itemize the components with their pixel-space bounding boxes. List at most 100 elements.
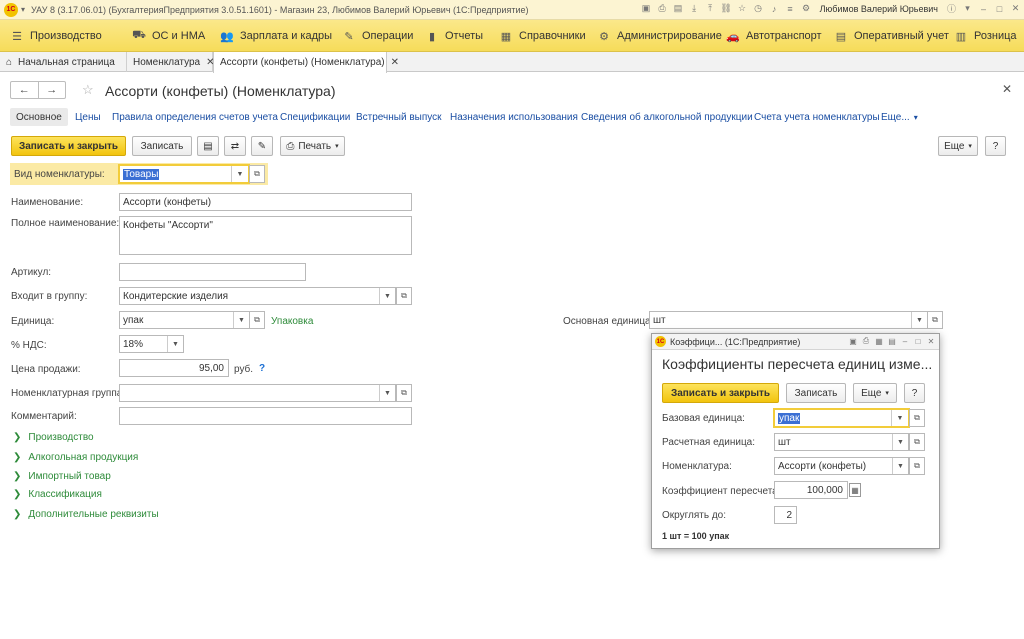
link-counter-release[interactable]: Встречный выпуск — [356, 108, 442, 126]
print-button[interactable]: ⎙ Печать ▾ — [280, 136, 345, 156]
section-production[interactable]: ☰ Производство — [10, 20, 102, 52]
minimize-icon[interactable]: – — [977, 2, 990, 15]
group-import[interactable]: ❯ Импортный товар — [13, 471, 111, 482]
open-icon[interactable]: ⧉ — [249, 165, 265, 183]
base-unit-field[interactable]: упак ▼ — [773, 408, 910, 428]
group-classification[interactable]: ❯ Классификация — [13, 489, 102, 500]
user-name[interactable]: Любимов Валерий Юрьевич — [820, 4, 938, 14]
group-additional[interactable]: ❯ Дополнительные реквизиты — [13, 509, 159, 520]
open-icon[interactable]: ⧉ — [927, 311, 943, 329]
info-icon[interactable]: ⓘ — [945, 2, 958, 15]
nomgroup-field[interactable]: ▼ — [119, 384, 396, 402]
vat-field[interactable]: 18% ▼ — [119, 335, 184, 353]
link-more[interactable]: Еще... ▾ — [881, 108, 918, 126]
dialog-save-button[interactable]: Записать — [786, 383, 846, 403]
dialog-more-button[interactable]: Еще ▾ — [853, 383, 897, 403]
price-help-icon[interactable]: ? — [259, 363, 265, 374]
tab-nomenclature[interactable]: Номенклатура ✕ — [127, 52, 215, 72]
group-production[interactable]: ❯ Производство — [13, 432, 94, 443]
unit-field[interactable]: упак ▼ — [119, 311, 250, 329]
preview-icon[interactable]: ▤ — [672, 2, 685, 15]
settings-icon[interactable]: ⚙ — [800, 2, 813, 15]
chevron-down-icon[interactable]: ▼ — [233, 312, 249, 328]
close-icon[interactable]: ✕ — [926, 336, 936, 346]
chevron-down-icon[interactable]: ▼ — [891, 410, 908, 426]
link-specifications[interactable]: Спецификации — [280, 108, 350, 126]
comment-field[interactable] — [119, 407, 412, 425]
attach-icon[interactable]: ✎ — [251, 136, 273, 156]
movements-icon[interactable]: ⇄ — [224, 136, 246, 156]
main-unit-field[interactable]: шт ▼ — [649, 311, 928, 329]
calendar-icon[interactable]: ▦ — [874, 336, 884, 346]
maximize-icon[interactable]: □ — [993, 2, 1006, 15]
calculator-icon[interactable]: ▦ — [849, 483, 861, 497]
price-field[interactable]: 95,00 — [119, 359, 229, 377]
upload-icon[interactable]: ⤒ — [704, 2, 717, 15]
round-field[interactable]: 2 — [774, 506, 797, 524]
maximize-icon[interactable]: □ — [913, 336, 923, 346]
open-icon[interactable]: ⧉ — [396, 287, 412, 305]
section-operative[interactable]: ▤ Оперативный учет — [834, 20, 949, 52]
kind-field[interactable]: Товары ▼ — [118, 164, 250, 184]
menu-icon[interactable]: ▾ — [961, 2, 974, 15]
link-purposes[interactable]: Назначения использования — [450, 108, 578, 126]
chevron-down-icon[interactable]: ▾ — [21, 5, 25, 14]
star-icon[interactable]: ☆ — [82, 82, 94, 98]
dialog-save-close-button[interactable]: Записать и закрыть — [662, 383, 779, 403]
fullname-field[interactable]: Конфеты "Ассорти" — [119, 216, 412, 255]
bell-icon[interactable]: ♪ — [768, 2, 781, 15]
link-accounts[interactable]: Счета учета номенклатуры — [754, 108, 880, 126]
print-icon[interactable]: ⎙ — [861, 336, 871, 346]
section-reports[interactable]: ▮ Отчеты — [425, 20, 483, 52]
more-button[interactable]: Еще ▾ — [938, 136, 978, 156]
forward-icon[interactable]: → — [39, 82, 66, 98]
download-icon[interactable]: ⤓ — [688, 2, 701, 15]
close-icon[interactable]: ✕ — [1002, 82, 1012, 96]
tab-home[interactable]: ⌂ Начальная страница — [0, 52, 127, 72]
chevron-down-icon[interactable]: ▼ — [379, 288, 395, 304]
print-icon[interactable]: ⎙ — [656, 2, 669, 15]
section-operations[interactable]: ✎ Операции — [342, 20, 413, 52]
open-icon[interactable]: ⧉ — [249, 311, 265, 329]
chevron-down-icon[interactable]: ▼ — [167, 336, 183, 352]
open-icon[interactable]: ⧉ — [396, 384, 412, 402]
group-field[interactable]: Кондитерские изделия ▼ — [119, 287, 396, 305]
chevron-down-icon[interactable]: ▼ — [231, 166, 248, 182]
open-icon[interactable]: ⧉ — [909, 457, 925, 475]
link-account-rules[interactable]: Правила определения счетов учета — [112, 108, 278, 126]
nomenclature-field[interactable]: Ассорти (конфеты) ▼ — [774, 457, 909, 475]
list-icon[interactable]: ≡ — [784, 2, 797, 15]
section-fixed-assets[interactable]: ⛟ ОС и НМА — [132, 20, 205, 52]
section-auto[interactable]: 🚗 Автотранспорт — [726, 20, 821, 52]
document-icon[interactable]: ▤ — [197, 136, 219, 156]
save-icon[interactable]: ▣ — [848, 336, 858, 346]
help-button[interactable]: ? — [985, 136, 1006, 156]
link-prices[interactable]: Цены — [75, 108, 101, 126]
chevron-down-icon[interactable]: ▼ — [911, 312, 927, 328]
group-alcohol[interactable]: ❯ Алкогольная продукция — [13, 452, 138, 463]
preview-icon[interactable]: ▤ — [887, 336, 897, 346]
save-icon[interactable]: ▣ — [640, 2, 653, 15]
link-alcohol-info[interactable]: Сведения об алкогольной продукции — [581, 108, 753, 126]
star-icon[interactable]: ☆ — [736, 2, 749, 15]
section-retail[interactable]: ▥ Розница — [954, 20, 1017, 52]
close-icon[interactable]: ✕ — [1009, 2, 1022, 15]
dialog-help-button[interactable]: ? — [904, 383, 925, 403]
tab-assorti[interactable]: Ассорти (конфеты) (Номенклатура) ✕ — [213, 52, 399, 73]
chevron-down-icon[interactable]: ▼ — [892, 434, 908, 450]
minimize-icon[interactable]: – — [900, 336, 910, 346]
save-close-button[interactable]: Записать и закрыть — [11, 136, 126, 156]
open-icon[interactable]: ⧉ — [909, 433, 925, 451]
close-icon[interactable]: ✕ — [391, 57, 399, 68]
link-main[interactable]: Основное — [10, 108, 68, 126]
calc-unit-field[interactable]: шт ▼ — [774, 433, 909, 451]
chevron-down-icon[interactable]: ▼ — [379, 385, 395, 401]
name-field[interactable]: Ассорти (конфеты) — [119, 193, 412, 211]
chevron-down-icon[interactable]: ▼ — [892, 458, 908, 474]
save-button[interactable]: Записать — [132, 136, 192, 156]
section-administration[interactable]: ⚙ Администрирование — [597, 20, 722, 52]
open-icon[interactable]: ⧉ — [909, 409, 925, 427]
section-salary[interactable]: 👥 Зарплата и кадры — [220, 20, 332, 52]
coefficient-field[interactable]: 100,000 — [774, 481, 848, 499]
back-icon[interactable]: ← — [11, 82, 39, 98]
